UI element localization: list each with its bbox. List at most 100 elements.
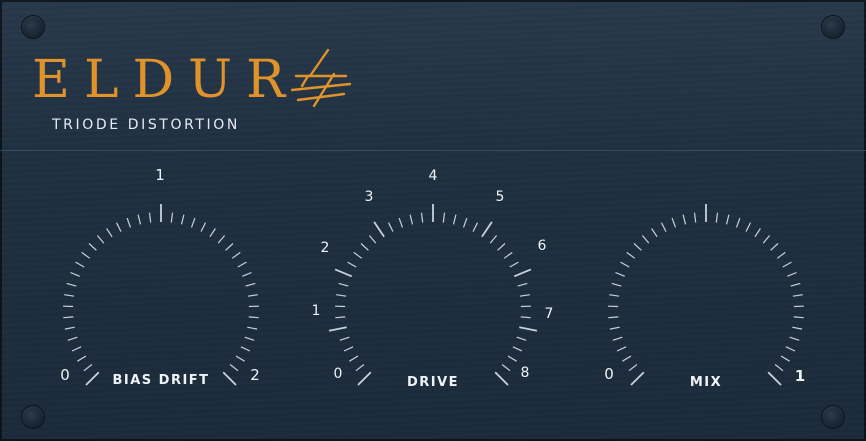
major-tick	[513, 268, 532, 278]
minor-tick	[63, 316, 74, 319]
minor-tick	[170, 212, 174, 223]
minor-tick	[780, 355, 790, 362]
knob-bias-drift[interactable]: 0 1 2 BIAS DRIFT	[60, 166, 260, 388]
minor-tick	[70, 271, 80, 277]
minor-tick	[64, 326, 75, 330]
minor-tick	[725, 214, 730, 225]
minor-tick	[660, 222, 667, 232]
minor-tick	[126, 217, 132, 228]
minor-tick	[611, 282, 622, 287]
bias-drift-mid-label: 1	[155, 166, 165, 184]
minor-tick	[242, 271, 252, 277]
major-tick	[334, 268, 353, 278]
minor-tick	[231, 251, 241, 259]
minor-tick	[137, 214, 142, 225]
minor-tick	[180, 214, 185, 225]
minor-tick	[115, 222, 122, 232]
minor-tick	[651, 228, 658, 238]
mix-scale	[608, 204, 804, 386]
minor-tick	[682, 214, 687, 225]
minor-tick	[96, 235, 105, 244]
mix-min-label: 0	[604, 365, 614, 383]
minor-tick	[793, 316, 804, 319]
drive-scale-label-5: 5	[496, 189, 505, 205]
minor-tick	[244, 336, 255, 341]
drive-label: DRIVE	[407, 375, 459, 390]
minor-tick	[200, 222, 207, 232]
drive-scale-label-0: 0	[334, 366, 343, 382]
minor-tick	[622, 355, 632, 362]
minor-tick	[785, 346, 796, 352]
minor-tick	[83, 364, 93, 372]
minor-tick	[792, 294, 803, 297]
minor-tick	[452, 214, 457, 225]
minor-tick	[790, 282, 801, 287]
minor-tick	[503, 251, 513, 259]
major-tick	[767, 371, 782, 386]
minor-tick	[671, 217, 677, 228]
minor-tick	[247, 326, 258, 330]
minor-tick	[398, 217, 404, 228]
minor-tick	[615, 271, 625, 277]
knob-section: 0 1 2 BIAS DRIFT 0 1 2 3 4 5 6 7 8 DRIVE…	[60, 166, 805, 390]
minor-tick	[353, 251, 363, 259]
minor-tick	[368, 235, 377, 244]
minor-tick	[762, 235, 771, 244]
minor-tick	[608, 316, 619, 319]
minor-tick	[754, 228, 761, 238]
minor-tick	[620, 261, 630, 268]
plugin-panel: ELDUR TRIODE DISTORTION 0 1 2 BIAS DRIFT…	[0, 0, 866, 441]
minor-tick	[628, 364, 638, 372]
bias-drift-label: BIAS DRIFT	[112, 373, 209, 388]
minor-tick	[225, 243, 234, 251]
major-tick	[373, 221, 385, 238]
minor-tick	[190, 217, 196, 228]
drive-scale-label-8: 8	[521, 365, 530, 381]
minor-tick	[792, 326, 803, 330]
major-tick	[357, 371, 372, 386]
bias-drift-scale	[63, 204, 259, 386]
bias-drift-max-label: 2	[250, 366, 260, 384]
minor-tick	[745, 222, 752, 232]
minor-tick	[77, 355, 87, 362]
mix-label: MIX	[690, 375, 722, 390]
minor-tick	[693, 212, 697, 223]
minor-tick	[75, 261, 85, 268]
minor-tick	[512, 346, 523, 352]
minor-tick	[81, 251, 91, 259]
minor-tick	[360, 243, 369, 251]
minor-tick	[335, 316, 346, 319]
major-tick	[222, 371, 237, 386]
minor-tick	[347, 261, 357, 268]
minor-tick	[782, 261, 792, 268]
minor-tick	[339, 336, 350, 341]
knob-mix[interactable]: 0 1 MIX	[604, 204, 805, 390]
mix-max-label: 1	[795, 367, 805, 385]
minor-tick	[609, 326, 620, 330]
minor-tick	[489, 235, 498, 244]
minor-tick	[774, 364, 784, 372]
minor-tick	[609, 294, 620, 297]
minor-tick	[148, 212, 152, 223]
major-tick	[630, 371, 645, 386]
minor-tick	[245, 282, 256, 287]
minor-tick	[715, 212, 719, 223]
minor-tick	[237, 261, 247, 268]
drive-scale-label-7: 7	[545, 306, 554, 322]
minor-tick	[633, 243, 642, 251]
minor-tick	[442, 212, 446, 223]
minor-tick	[641, 235, 650, 244]
knob-drive[interactable]: 0 1 2 3 4 5 6 7 8 DRIVE	[312, 168, 554, 390]
minor-tick	[343, 346, 354, 352]
minor-tick	[616, 346, 627, 352]
minor-tick	[209, 228, 216, 238]
minor-tick	[247, 294, 258, 297]
drive-scale-label-1: 1	[312, 303, 321, 319]
minor-tick	[66, 282, 77, 287]
drive-scale-label-4: 4	[429, 168, 438, 184]
minor-tick	[776, 251, 786, 259]
drive-scale-label-2: 2	[321, 240, 330, 256]
minor-tick	[338, 282, 349, 287]
drive-scale	[328, 204, 538, 386]
minor-tick	[88, 243, 97, 251]
